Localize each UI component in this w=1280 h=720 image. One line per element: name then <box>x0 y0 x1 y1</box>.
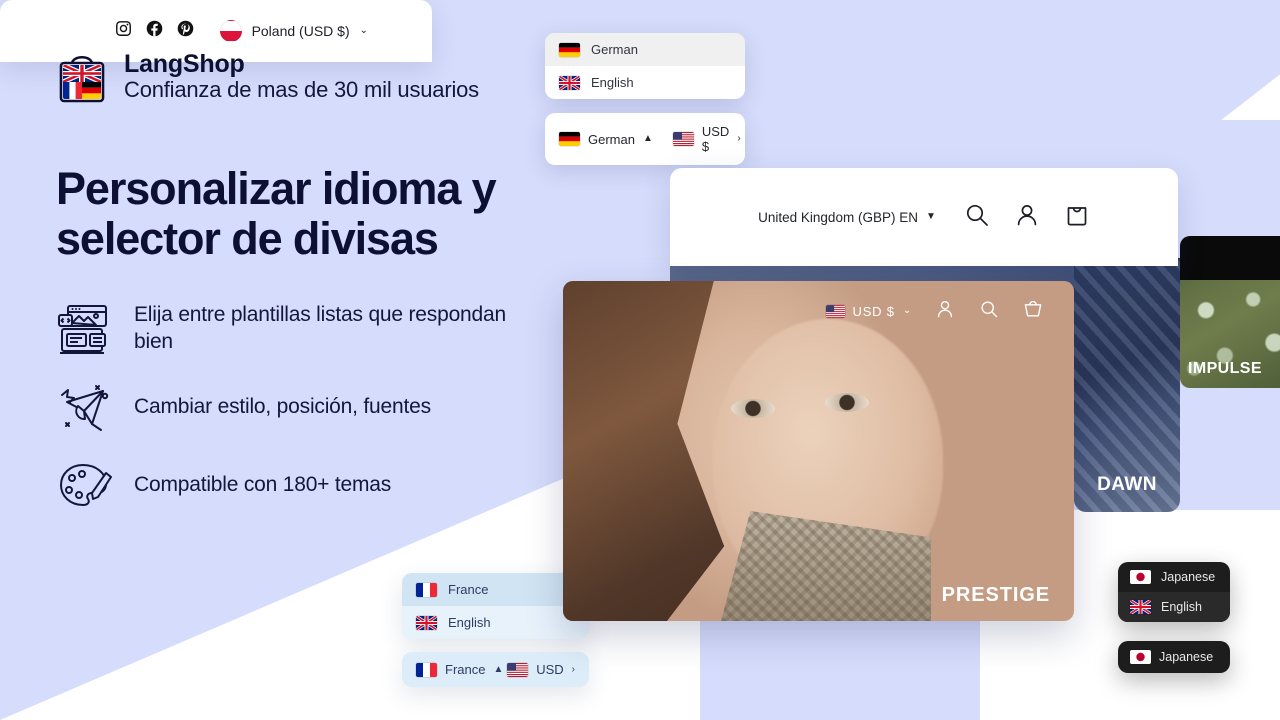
impulse-header-bar <box>1180 236 1280 280</box>
search-icon[interactable] <box>964 202 990 233</box>
currency-label: USD <box>536 662 564 677</box>
dropdown-option-label: France <box>448 582 489 597</box>
flag-us-icon <box>825 304 845 318</box>
chevron-up-icon: ▲ <box>1229 652 1230 662</box>
theme-label: IMPULSE <box>1188 360 1262 377</box>
german-currency-selector-bar[interactable]: German ▲ USD $ › <box>545 113 745 165</box>
cart-icon[interactable] <box>1064 202 1090 233</box>
theme-card-prestige[interactable]: USD $ ⌄ PRESTIGE <box>563 281 1074 621</box>
chevron-down-icon: ▼ <box>925 211 936 222</box>
france-currency-selector-bar[interactable]: France ▲ USD › <box>402 652 589 687</box>
chevron-right-icon: › <box>571 663 575 675</box>
chevron-right-icon: › <box>737 133 741 144</box>
flag-us-icon <box>672 132 694 146</box>
currency-label: USD $ <box>701 124 730 154</box>
cart-icon[interactable] <box>1022 298 1044 325</box>
france-language-dropdown[interactable]: France English <box>402 573 589 639</box>
layout-template-icon <box>56 301 112 357</box>
uk-header-icons <box>964 202 1090 233</box>
language-label: Japanese <box>1159 650 1214 664</box>
account-icon[interactable] <box>934 298 956 325</box>
hero-copy: LangShop Confianza de mas de 30 mil usua… <box>56 46 576 513</box>
chevron-up-icon: ▲ <box>642 133 653 144</box>
dropdown-option-german[interactable]: German <box>545 33 745 66</box>
language-selector-france[interactable]: France ▲ <box>416 662 503 677</box>
pinterest-icon[interactable] <box>177 20 194 42</box>
model-eye-right <box>825 393 869 412</box>
currency-label: USD $ <box>852 303 895 319</box>
dropdown-option-english[interactable]: English <box>1118 592 1230 622</box>
chevron-down-icon: ⌄ <box>902 305 912 316</box>
dropdown-option-france[interactable]: France <box>402 573 589 606</box>
feature-item: Cambiar estilo, posición, fuentes <box>56 379 576 435</box>
german-language-dropdown[interactable]: German English <box>545 33 745 99</box>
model-eye-left <box>731 399 775 418</box>
feature-item: Elija entre plantillas listas que respon… <box>56 301 576 357</box>
page-title: Personalizar idioma y selector de divisa… <box>56 163 497 265</box>
flag-us-icon <box>507 662 529 677</box>
instagram-icon[interactable] <box>115 20 132 42</box>
japanese-language-selector-bar[interactable]: Japanese ▲ <box>1118 641 1230 673</box>
flag-gb-icon <box>416 615 437 630</box>
flag-pl-icon <box>219 20 242 42</box>
language-label: France <box>445 662 486 677</box>
dropdown-option-label: English <box>1161 600 1202 614</box>
brand-name: LangShop <box>124 49 245 78</box>
chevron-up-icon: ▲ <box>493 663 504 675</box>
background-wedge-top-right <box>1221 74 1280 120</box>
feature-item: Compatible con 180+ temas <box>56 457 576 513</box>
dropdown-option-english[interactable]: English <box>402 606 589 639</box>
currency-selector-usd[interactable]: USD › <box>507 662 575 677</box>
flag-gb-icon <box>559 75 580 90</box>
magic-wand-cursor-icon <box>56 379 112 435</box>
poland-selector-label: Poland (USD $) <box>251 23 350 39</box>
dropdown-option-label: English <box>448 615 491 630</box>
flag-fr-icon <box>416 662 437 677</box>
prestige-header-bar: USD $ ⌄ <box>563 281 1074 341</box>
theme-card-dawn[interactable]: DAWN <box>1074 258 1180 512</box>
dropdown-option-label: Japanese <box>1161 570 1216 584</box>
impulse-hero-image: IMPULSE <box>1180 280 1280 388</box>
dropdown-option-japanese[interactable]: Japanese <box>1118 562 1230 592</box>
flag-gb-icon <box>1130 600 1151 614</box>
japanese-language-dropdown[interactable]: Japanese English <box>1118 562 1230 622</box>
flag-de-icon <box>559 42 580 57</box>
flag-jp-icon <box>1130 650 1151 664</box>
currency-selector-usd[interactable]: USD $ ⌄ <box>825 303 912 319</box>
feature-label: Cambiar estilo, posición, fuentes <box>134 394 431 418</box>
uk-country-language-selector[interactable]: United Kingdom (GBP) EN ▼ <box>758 210 936 225</box>
dropdown-option-english[interactable]: English <box>545 66 745 99</box>
feature-label: Elija entre plantillas listas que respon… <box>134 303 506 353</box>
social-links <box>115 20 194 42</box>
chevron-down-icon: ⌄ <box>359 25 368 36</box>
dropdown-option-label: German <box>591 42 638 57</box>
prestige-header-icons <box>934 298 1044 325</box>
search-icon[interactable] <box>978 298 1000 325</box>
paint-palette-icon <box>56 457 112 513</box>
theme-card-impulse[interactable]: IMPULSE <box>1180 236 1280 388</box>
currency-selector-usd[interactable]: USD $ › <box>672 124 741 154</box>
feature-label: Compatible con 180+ temas <box>134 472 392 496</box>
dropdown-option-label: English <box>591 75 634 90</box>
flag-de-icon <box>559 132 580 146</box>
brand-tagline: Confianza de mas de 30 mil usuarios <box>124 76 479 102</box>
uk-selector-label: United Kingdom (GBP) EN <box>758 209 918 225</box>
poland-country-currency-selector[interactable]: Poland (USD $) ⌄ <box>219 20 368 42</box>
flag-fr-icon <box>416 582 437 597</box>
account-icon[interactable] <box>1014 202 1040 233</box>
language-selector-german[interactable]: German ▲ <box>559 132 653 147</box>
feature-list: Elija entre plantillas listas que respon… <box>56 301 576 513</box>
uk-store-header: United Kingdom (GBP) EN ▼ <box>670 168 1178 266</box>
facebook-icon[interactable] <box>146 20 163 42</box>
brand-row: LangShop Confianza de mas de 30 mil usua… <box>56 46 576 106</box>
flag-jp-icon <box>1130 570 1151 584</box>
theme-label: PRESTIGE <box>941 584 1050 606</box>
language-label: German <box>588 131 635 147</box>
shopping-bag-flags-icon <box>56 46 108 106</box>
theme-label: DAWN <box>1097 474 1157 495</box>
